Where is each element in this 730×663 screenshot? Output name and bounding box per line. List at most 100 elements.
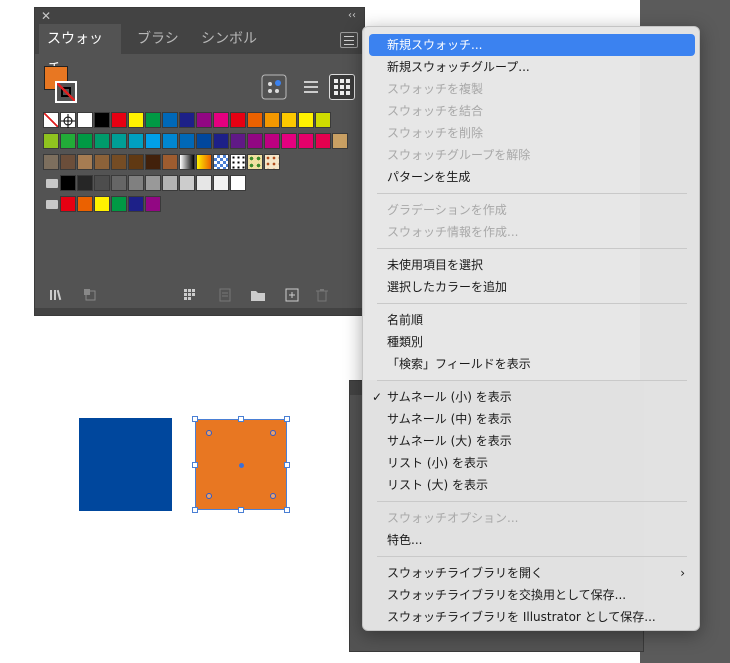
bounding-handle[interactable]: [192, 416, 198, 422]
menu-item[interactable]: スウォッチライブラリを開く ›: [369, 562, 695, 584]
new-color-group-icon[interactable]: [250, 288, 265, 302]
color-swatch[interactable]: [264, 133, 280, 149]
color-swatch[interactable]: [145, 112, 161, 128]
menu-item[interactable]: 新規スウォッチグループ...: [369, 56, 695, 78]
color-swatch[interactable]: [230, 175, 246, 191]
anchor-point[interactable]: [206, 493, 212, 499]
tab-symbols[interactable]: シンボル: [193, 24, 265, 54]
color-group-folder-icon[interactable]: [43, 175, 59, 191]
color-swatch[interactable]: [145, 175, 161, 191]
color-swatch[interactable]: [162, 175, 178, 191]
color-swatch[interactable]: [196, 112, 212, 128]
collapse-icon[interactable]: ‹‹: [348, 8, 356, 24]
stroke-color-swatch[interactable]: [55, 81, 77, 103]
menu-item[interactable]: 特色...: [369, 529, 695, 551]
bounding-handle[interactable]: [192, 507, 198, 513]
panel-menu-button[interactable]: [340, 32, 358, 48]
color-swatch[interactable]: [230, 154, 246, 170]
bounding-handle[interactable]: [192, 462, 198, 468]
menu-item[interactable]: スウォッチライブラリを Illustrator として保存...: [369, 606, 695, 628]
panel-resize-bar[interactable]: [35, 308, 364, 315]
none-swatch[interactable]: [43, 112, 59, 128]
menu-item[interactable]: 新規スウォッチ...: [369, 34, 695, 56]
registration-swatch[interactable]: [60, 112, 76, 128]
color-swatch[interactable]: [77, 154, 93, 170]
color-swatch[interactable]: [179, 154, 195, 170]
color-swatch[interactable]: [145, 154, 161, 170]
color-swatch[interactable]: [77, 175, 93, 191]
bounding-handle[interactable]: [238, 416, 244, 422]
color-swatch[interactable]: [247, 133, 263, 149]
color-swatch[interactable]: [179, 175, 195, 191]
color-swatch[interactable]: [247, 154, 263, 170]
color-swatch[interactable]: [77, 196, 93, 212]
color-swatch[interactable]: [213, 133, 229, 149]
menu-item[interactable]: サムネール (中) を表示: [369, 408, 695, 430]
anchor-point[interactable]: [270, 430, 276, 436]
color-swatch[interactable]: [128, 154, 144, 170]
menu-item[interactable]: 未使用項目を選択: [369, 254, 695, 276]
blue-square-shape[interactable]: [79, 418, 172, 511]
color-swatch[interactable]: [298, 133, 314, 149]
color-swatch[interactable]: [179, 133, 195, 149]
orange-square-shape-selected[interactable]: [195, 419, 287, 510]
color-swatch[interactable]: [60, 133, 76, 149]
tab-brushes[interactable]: ブラシ: [129, 24, 187, 54]
menu-item[interactable]: 「検索」フィールドを表示: [369, 353, 695, 375]
color-swatch[interactable]: [60, 196, 76, 212]
panel-titlebar[interactable]: ✕ ‹‹: [35, 8, 364, 24]
color-swatch[interactable]: [196, 154, 212, 170]
color-swatch[interactable]: [281, 112, 297, 128]
color-group-folder-icon[interactable]: [43, 196, 59, 212]
menu-item[interactable]: 名前順: [369, 309, 695, 331]
place-swatches-icon[interactable]: [83, 288, 97, 302]
color-swatch[interactable]: [213, 112, 229, 128]
color-swatch[interactable]: [247, 112, 263, 128]
menu-item[interactable]: パターンを生成: [369, 166, 695, 188]
menu-item[interactable]: リスト (小) を表示: [369, 452, 695, 474]
color-swatch[interactable]: [111, 112, 127, 128]
show-kinds-menu-icon[interactable]: [183, 288, 197, 302]
color-swatch[interactable]: [230, 133, 246, 149]
bounding-handle[interactable]: [284, 416, 290, 422]
color-swatch[interactable]: [43, 133, 59, 149]
color-swatch[interactable]: [128, 175, 144, 191]
show-kinds-icon[interactable]: [261, 74, 287, 100]
color-swatch[interactable]: [94, 175, 110, 191]
color-swatch[interactable]: [128, 112, 144, 128]
color-swatch[interactable]: [332, 133, 348, 149]
color-swatch[interactable]: [43, 154, 59, 170]
menu-item[interactable]: リスト (大) を表示: [369, 474, 695, 496]
color-swatch[interactable]: [315, 133, 331, 149]
color-swatch[interactable]: [94, 112, 110, 128]
menu-item[interactable]: 選択したカラーを追加: [369, 276, 695, 298]
color-swatch[interactable]: [145, 133, 161, 149]
color-swatch[interactable]: [162, 112, 178, 128]
swatch-options-icon[interactable]: [218, 288, 232, 302]
color-swatch[interactable]: [213, 175, 229, 191]
thumbnail-view-icon[interactable]: [329, 74, 355, 100]
menu-item[interactable]: 種類別: [369, 331, 695, 353]
menu-item[interactable]: ✓ サムネール (小) を表示: [369, 386, 695, 408]
new-swatch-icon[interactable]: [285, 288, 299, 302]
color-swatch[interactable]: [196, 133, 212, 149]
menu-item[interactable]: スウォッチライブラリを交換用として保存...: [369, 584, 695, 606]
color-swatch[interactable]: [264, 112, 280, 128]
color-swatch[interactable]: [128, 133, 144, 149]
list-view-icon[interactable]: [298, 74, 324, 100]
color-swatch[interactable]: [111, 133, 127, 149]
color-swatch[interactable]: [298, 112, 314, 128]
color-swatch[interactable]: [77, 112, 93, 128]
color-swatch[interactable]: [60, 175, 76, 191]
close-icon[interactable]: ✕: [41, 8, 51, 24]
color-swatch[interactable]: [128, 196, 144, 212]
color-swatch[interactable]: [162, 154, 178, 170]
color-swatch[interactable]: [230, 112, 246, 128]
color-swatch[interactable]: [179, 112, 195, 128]
tab-swatches[interactable]: スウォッチ: [39, 24, 121, 77]
bounding-handle[interactable]: [284, 507, 290, 513]
color-swatch[interactable]: [77, 133, 93, 149]
color-swatch[interactable]: [60, 154, 76, 170]
color-swatch[interactable]: [111, 196, 127, 212]
color-swatch[interactable]: [281, 133, 297, 149]
